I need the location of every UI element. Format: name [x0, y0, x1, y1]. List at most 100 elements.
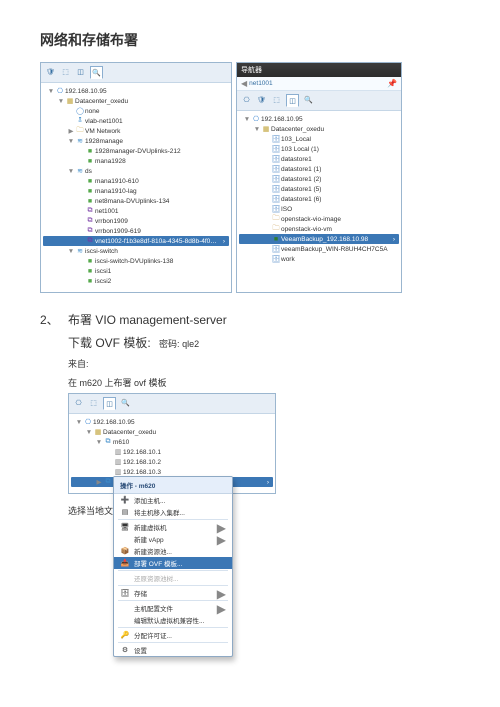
- node-label: vlab-net1001: [85, 118, 123, 125]
- node-label: vrrbon1909-619: [95, 228, 141, 235]
- twisty-icon[interactable]: ▼: [243, 116, 251, 123]
- pin-icon[interactable]: 📌: [387, 79, 397, 88]
- tree-row[interactable]: 🗄datastore1 (5): [239, 184, 399, 194]
- nav-tab-icon[interactable]: ◫: [75, 66, 86, 77]
- tree-row[interactable]: ◯none: [43, 106, 229, 116]
- node-icon: ▥: [113, 458, 123, 466]
- tree-row[interactable]: 🗀openstack-vio-image: [239, 214, 399, 224]
- menu-item-icon: ⚙: [120, 646, 130, 654]
- tree-row[interactable]: ⧉vrrbon1909-619: [43, 226, 229, 236]
- tree-row[interactable]: ▥192.168.10.2: [71, 457, 273, 467]
- twisty-icon[interactable]: ▼: [67, 138, 75, 145]
- tree-row[interactable]: 🗄ISO: [239, 204, 399, 214]
- node-label: 103_Local: [281, 136, 311, 143]
- tree-row[interactable]: 🗄103 Local (1): [239, 144, 399, 154]
- tree-row[interactable]: ▼≋1928manage: [43, 136, 229, 146]
- twisty-icon[interactable]: ▼: [67, 248, 75, 255]
- menu-item[interactable]: 新建 vApp▶: [114, 533, 232, 545]
- breadcrumb[interactable]: ◀ net1001 📌: [237, 77, 401, 91]
- context-menu[interactable]: 操作 - m620➕添加主机...▤将主机移入集群...🖥新建虚拟机▶新建 vA…: [113, 476, 233, 657]
- twisty-icon[interactable]: ▼: [253, 126, 261, 133]
- tree-row[interactable]: 🗀openstack-vio-vm: [239, 224, 399, 234]
- menu-item[interactable]: 🗄存储▶: [114, 587, 232, 599]
- tree-row[interactable]: ▥192.168.10.1: [71, 447, 273, 457]
- twisty-icon[interactable]: ▼: [47, 88, 55, 95]
- node-label: Datacenter_oxedu: [75, 98, 128, 105]
- node-label: mana1928: [95, 158, 126, 165]
- twisty-icon[interactable]: ▶: [95, 478, 103, 486]
- tree-row[interactable]: ▼≋iscsi-switch: [43, 246, 229, 256]
- node-icon: 🗀: [271, 214, 281, 224]
- menu-item[interactable]: 📥部署 OVF 模板...: [114, 557, 232, 569]
- tree-row[interactable]: ■iscsi-switch-DVUplinks-138: [43, 256, 229, 266]
- nav-tab-icon[interactable]: 🛡: [45, 66, 56, 77]
- node-icon: ■: [85, 148, 95, 155]
- tree-row[interactable]: ■mana1910-610: [43, 176, 229, 186]
- tree-row[interactable]: ▼⎔192.168.10.95: [239, 114, 399, 124]
- twisty-icon[interactable]: ▼: [67, 168, 75, 175]
- tree-row[interactable]: ▼⧉m610: [71, 437, 273, 447]
- tree-row[interactable]: ▼⎔192.168.10.95: [71, 417, 273, 427]
- tree-row[interactable]: ■VeeamBackup_192.168.10.98›: [239, 234, 399, 244]
- nav-tab-icon[interactable]: 🔍: [120, 397, 131, 408]
- menu-item-label: 存储: [134, 588, 147, 598]
- nav-tab-icon[interactable]: 🔍: [303, 94, 314, 105]
- menu-item[interactable]: ➕ 添加主机...: [114, 494, 232, 506]
- menu-item[interactable]: ▤将主机移入集群...: [114, 506, 232, 518]
- tree-row[interactable]: 🗄veeamBackup_WIN-R8UH4CH7C5A: [239, 244, 399, 254]
- tree-row[interactable]: ▼≋ds: [43, 166, 229, 176]
- tree-row[interactable]: ■net8mana-DVUplinks-134: [43, 196, 229, 206]
- nav-tab-icon[interactable]: ⎔: [73, 397, 84, 408]
- tree-row[interactable]: 🗄datastore1 (2): [239, 174, 399, 184]
- tree-row[interactable]: 🕱vlab-net1001: [43, 116, 229, 126]
- menu-item-icon: 📦: [120, 547, 130, 555]
- twisty-icon[interactable]: ▶: [67, 127, 75, 135]
- tree-row[interactable]: ▼⎔192.168.10.95: [43, 86, 229, 96]
- menu-item[interactable]: 🖥新建虚拟机▶: [114, 521, 232, 533]
- menu-item-icon: ➕: [120, 496, 130, 504]
- twisty-icon[interactable]: ▼: [95, 439, 103, 446]
- tree-row[interactable]: 🗄work: [239, 254, 399, 264]
- tree-row[interactable]: 🗄datastore1 (6): [239, 194, 399, 204]
- node-label: mana1910-lag: [95, 188, 137, 195]
- tree-row[interactable]: ■iscsi1: [43, 266, 229, 276]
- twisty-icon[interactable]: ▼: [57, 98, 65, 105]
- tree-row[interactable]: ▶🗀VM Network: [43, 126, 229, 136]
- tree-row[interactable]: ▼▦Datacenter_oxedu: [239, 124, 399, 134]
- nav-tab-icon[interactable]: ⬚: [88, 397, 99, 408]
- tree-row[interactable]: ⧉vnet1002-f1b3e8df-810a-4345-8d8b-4f0…›: [43, 236, 229, 246]
- back-icon[interactable]: ◀: [241, 79, 247, 88]
- panel-title: 导航器: [237, 63, 401, 77]
- menu-item[interactable]: ⚙设置: [114, 644, 232, 656]
- menu-item[interactable]: 编辑默认虚拟机兼容性...: [114, 614, 232, 626]
- nav-tab-icon[interactable]: 🛡: [256, 94, 267, 105]
- nav-tab-icon[interactable]: 🔍: [90, 66, 103, 79]
- nav-tab-icon[interactable]: ⬚: [60, 66, 71, 77]
- tree-row[interactable]: ▼▦Datacenter_oxedu: [43, 96, 229, 106]
- pwd-label: 密码:: [159, 339, 180, 349]
- menu-item[interactable]: 📦新建资源池...: [114, 545, 232, 557]
- tree-row[interactable]: ■mana1928: [43, 156, 229, 166]
- tree-row[interactable]: 🗄103_Local: [239, 134, 399, 144]
- nav-tab-icon[interactable]: ⬚: [271, 94, 282, 105]
- node-icon: 🗄: [271, 185, 281, 193]
- node-label: datastore1: [281, 156, 312, 163]
- menu-item-label: 添加主机...: [134, 495, 165, 505]
- tree-row[interactable]: ■1928manager-DVUplinks-212: [43, 146, 229, 156]
- tree-row[interactable]: 🗄datastore1: [239, 154, 399, 164]
- menu-item[interactable]: 🔑分配许可证...: [114, 629, 232, 641]
- menu-item-icon: ▤: [120, 508, 130, 516]
- tree-row[interactable]: ■iscsi2: [43, 276, 229, 286]
- nav-tab-icon[interactable]: ◫: [103, 397, 116, 410]
- tree-row[interactable]: ■mana1910-lag: [43, 186, 229, 196]
- nav-tab-icon[interactable]: ◫: [286, 94, 299, 107]
- tree-row[interactable]: ▼▦Datacenter_oxedu: [71, 427, 273, 437]
- twisty-icon[interactable]: ▼: [75, 419, 83, 426]
- menu-item-icon: 📥: [120, 559, 130, 567]
- tree-row[interactable]: ⧉vrrbon1909: [43, 216, 229, 226]
- tree-row[interactable]: 🗄datastore1 (1): [239, 164, 399, 174]
- nav-tab-icon[interactable]: ⎔: [241, 94, 252, 105]
- tree-row[interactable]: ⧉net1001: [43, 206, 229, 216]
- twisty-icon[interactable]: ▼: [85, 429, 93, 436]
- menu-item[interactable]: 主机配置文件▶: [114, 602, 232, 614]
